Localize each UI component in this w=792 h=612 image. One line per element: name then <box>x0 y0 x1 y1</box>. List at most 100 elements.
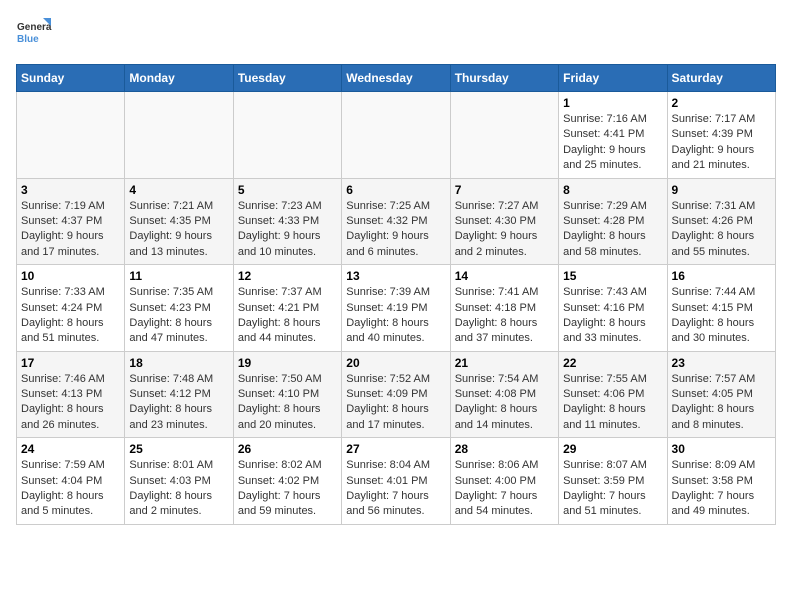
day-info: Sunrise: 7:16 AM Sunset: 4:41 PM Dayligh… <box>563 112 662 174</box>
calendar-day-cell: 11 Sunrise: 7:35 AM Sunset: 4:23 PM Dayli… <box>125 265 233 352</box>
day-info: Sunrise: 7:23 AM Sunset: 4:33 PM Dayligh… <box>238 199 337 261</box>
day-number: 11 <box>129 269 228 283</box>
day-number: 24 <box>21 442 120 456</box>
day-info: Sunrise: 7:46 AM Sunset: 4:13 PM Dayligh… <box>21 372 120 434</box>
svg-text:Blue: Blue <box>17 34 39 45</box>
day-info: Sunrise: 7:41 AM Sunset: 4:18 PM Dayligh… <box>455 285 554 347</box>
day-number: 4 <box>129 183 228 197</box>
calendar-day-cell: 18 Sunrise: 7:48 AM Sunset: 4:12 PM Dayli… <box>125 351 233 438</box>
day-number: 18 <box>129 356 228 370</box>
calendar-day-cell: 17 Sunrise: 7:46 AM Sunset: 4:13 PM Dayli… <box>17 351 125 438</box>
day-info: Sunrise: 7:59 AM Sunset: 4:04 PM Dayligh… <box>21 458 120 520</box>
day-number: 28 <box>455 442 554 456</box>
day-number: 19 <box>238 356 337 370</box>
day-info: Sunrise: 8:09 AM Sunset: 3:58 PM Dayligh… <box>672 458 771 520</box>
calendar-header: SundayMondayTuesdayWednesdayThursdayFrid… <box>17 65 776 92</box>
day-number: 16 <box>672 269 771 283</box>
calendar-day-cell: 24 Sunrise: 7:59 AM Sunset: 4:04 PM Dayli… <box>17 438 125 525</box>
day-number: 17 <box>21 356 120 370</box>
calendar-day-cell: 5 Sunrise: 7:23 AM Sunset: 4:33 PM Daylig… <box>233 178 341 265</box>
day-number: 26 <box>238 442 337 456</box>
day-info: Sunrise: 7:39 AM Sunset: 4:19 PM Dayligh… <box>346 285 445 347</box>
weekday-header: Thursday <box>450 65 558 92</box>
weekday-header-row: SundayMondayTuesdayWednesdayThursdayFrid… <box>17 65 776 92</box>
calendar-day-cell: 21Sunrise: 7:54 AM Sunset: 4:08 PM Dayli… <box>450 351 558 438</box>
calendar-day-cell <box>450 92 558 179</box>
day-info: Sunrise: 7:43 AM Sunset: 4:16 PM Dayligh… <box>563 285 662 347</box>
calendar-week-row: 24 Sunrise: 7:59 AM Sunset: 4:04 PM Dayli… <box>17 438 776 525</box>
calendar-week-row: 10Sunrise: 7:33 AM Sunset: 4:24 PM Dayli… <box>17 265 776 352</box>
day-info: Sunrise: 7:29 AM Sunset: 4:28 PM Dayligh… <box>563 199 662 261</box>
calendar-day-cell: 9 Sunrise: 7:31 AM Sunset: 4:26 PM Daylig… <box>667 178 775 265</box>
day-number: 27 <box>346 442 445 456</box>
day-info: Sunrise: 8:02 AM Sunset: 4:02 PM Dayligh… <box>238 458 337 520</box>
calendar-week-row: 17 Sunrise: 7:46 AM Sunset: 4:13 PM Dayli… <box>17 351 776 438</box>
day-number: 6 <box>346 183 445 197</box>
calendar-day-cell: 4 Sunrise: 7:21 AM Sunset: 4:35 PM Daylig… <box>125 178 233 265</box>
day-number: 22 <box>563 356 662 370</box>
day-info: Sunrise: 7:54 AM Sunset: 4:08 PM Dayligh… <box>455 372 554 434</box>
day-info: Sunrise: 7:57 AM Sunset: 4:05 PM Dayligh… <box>672 372 771 434</box>
weekday-header: Tuesday <box>233 65 341 92</box>
day-number: 1 <box>563 96 662 110</box>
day-number: 25 <box>129 442 228 456</box>
calendar-day-cell <box>125 92 233 179</box>
calendar-day-cell: 3 Sunrise: 7:19 AM Sunset: 4:37 PM Daylig… <box>17 178 125 265</box>
day-info: Sunrise: 7:31 AM Sunset: 4:26 PM Dayligh… <box>672 199 771 261</box>
weekday-header: Wednesday <box>342 65 450 92</box>
day-info: Sunrise: 7:25 AM Sunset: 4:32 PM Dayligh… <box>346 199 445 261</box>
day-number: 8 <box>563 183 662 197</box>
calendar-week-row: 1 Sunrise: 7:16 AM Sunset: 4:41 PM Daylig… <box>17 92 776 179</box>
day-info: Sunrise: 7:35 AM Sunset: 4:23 PM Dayligh… <box>129 285 228 347</box>
day-number: 14 <box>455 269 554 283</box>
calendar-day-cell: 2Sunrise: 7:17 AM Sunset: 4:39 PM Daylig… <box>667 92 775 179</box>
day-info: Sunrise: 8:07 AM Sunset: 3:59 PM Dayligh… <box>563 458 662 520</box>
calendar-day-cell <box>17 92 125 179</box>
day-number: 29 <box>563 442 662 456</box>
day-info: Sunrise: 7:27 AM Sunset: 4:30 PM Dayligh… <box>455 199 554 261</box>
calendar-day-cell: 25 Sunrise: 8:01 AM Sunset: 4:03 PM Dayli… <box>125 438 233 525</box>
day-number: 20 <box>346 356 445 370</box>
weekday-header: Saturday <box>667 65 775 92</box>
page-header: General Blue <box>16 16 776 52</box>
weekday-header: Friday <box>559 65 667 92</box>
calendar-day-cell <box>233 92 341 179</box>
day-info: Sunrise: 7:19 AM Sunset: 4:37 PM Dayligh… <box>21 199 120 261</box>
day-number: 3 <box>21 183 120 197</box>
day-info: Sunrise: 8:01 AM Sunset: 4:03 PM Dayligh… <box>129 458 228 520</box>
day-number: 5 <box>238 183 337 197</box>
calendar-day-cell: 28Sunrise: 8:06 AM Sunset: 4:00 PM Dayli… <box>450 438 558 525</box>
calendar-day-cell: 22Sunrise: 7:55 AM Sunset: 4:06 PM Dayli… <box>559 351 667 438</box>
day-info: Sunrise: 8:04 AM Sunset: 4:01 PM Dayligh… <box>346 458 445 520</box>
calendar-day-cell: 8 Sunrise: 7:29 AM Sunset: 4:28 PM Daylig… <box>559 178 667 265</box>
day-info: Sunrise: 7:37 AM Sunset: 4:21 PM Dayligh… <box>238 285 337 347</box>
day-info: Sunrise: 7:48 AM Sunset: 4:12 PM Dayligh… <box>129 372 228 434</box>
day-info: Sunrise: 7:21 AM Sunset: 4:35 PM Dayligh… <box>129 199 228 261</box>
calendar-day-cell: 7 Sunrise: 7:27 AM Sunset: 4:30 PM Daylig… <box>450 178 558 265</box>
calendar-day-cell: 20Sunrise: 7:52 AM Sunset: 4:09 PM Dayli… <box>342 351 450 438</box>
svg-text:General: General <box>17 22 52 33</box>
day-number: 10 <box>21 269 120 283</box>
weekday-header: Sunday <box>17 65 125 92</box>
calendar-day-cell: 15 Sunrise: 7:43 AM Sunset: 4:16 PM Dayli… <box>559 265 667 352</box>
calendar-day-cell: 30Sunrise: 8:09 AM Sunset: 3:58 PM Dayli… <box>667 438 775 525</box>
day-number: 7 <box>455 183 554 197</box>
day-number: 9 <box>672 183 771 197</box>
calendar-day-cell: 12Sunrise: 7:37 AM Sunset: 4:21 PM Dayli… <box>233 265 341 352</box>
calendar-day-cell: 26 Sunrise: 8:02 AM Sunset: 4:02 PM Dayli… <box>233 438 341 525</box>
day-number: 23 <box>672 356 771 370</box>
calendar-day-cell: 27 Sunrise: 8:04 AM Sunset: 4:01 PM Dayli… <box>342 438 450 525</box>
calendar-day-cell: 10Sunrise: 7:33 AM Sunset: 4:24 PM Dayli… <box>17 265 125 352</box>
calendar-table: SundayMondayTuesdayWednesdayThursdayFrid… <box>16 64 776 525</box>
logo: General Blue <box>16 16 52 52</box>
day-info: Sunrise: 7:17 AM Sunset: 4:39 PM Dayligh… <box>672 112 771 174</box>
day-number: 15 <box>563 269 662 283</box>
logo-svg: General Blue <box>16 16 52 52</box>
calendar-day-cell: 16Sunrise: 7:44 AM Sunset: 4:15 PM Dayli… <box>667 265 775 352</box>
calendar-day-cell: 14 Sunrise: 7:41 AM Sunset: 4:18 PM Dayli… <box>450 265 558 352</box>
weekday-header: Monday <box>125 65 233 92</box>
calendar-day-cell: 6 Sunrise: 7:25 AM Sunset: 4:32 PM Daylig… <box>342 178 450 265</box>
calendar-week-row: 3 Sunrise: 7:19 AM Sunset: 4:37 PM Daylig… <box>17 178 776 265</box>
calendar-day-cell <box>342 92 450 179</box>
calendar-body: 1 Sunrise: 7:16 AM Sunset: 4:41 PM Daylig… <box>17 92 776 525</box>
